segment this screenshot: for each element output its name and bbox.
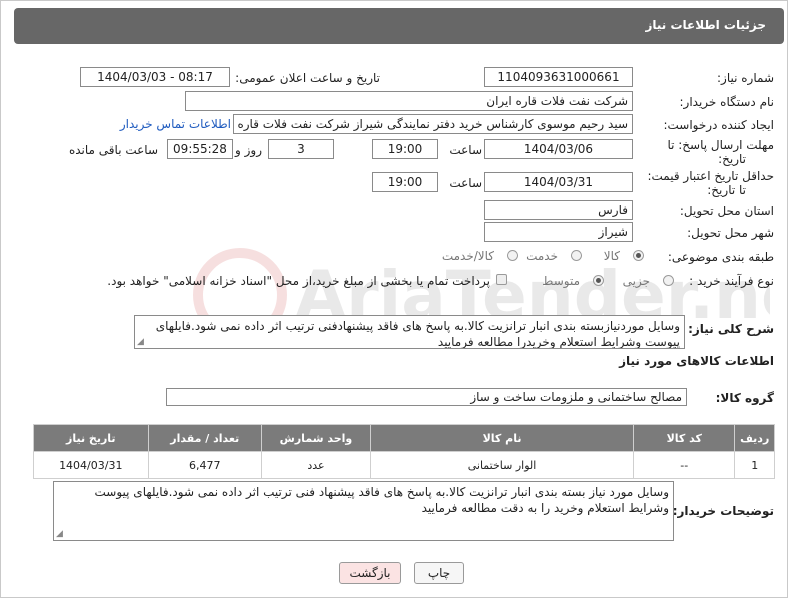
category-radio-service[interactable] (571, 250, 582, 261)
remaining-time-label: ساعت باقی مانده (68, 143, 158, 157)
cell-qty: 6,477 (147, 451, 262, 479)
goods-group-field: مصالح ساختمانی و ملزومات ساخت و ساز (166, 388, 687, 406)
need-number-label: شماره نیاز: (717, 71, 774, 85)
remaining-time-field: 09:55:28 (167, 139, 233, 159)
days-label: روز و (235, 143, 262, 157)
cell-unit: عدد (260, 451, 371, 479)
process-radio-minor[interactable] (663, 275, 674, 286)
announce-date-field: 1404/03/03 - 08:17 (80, 67, 230, 87)
deadline-time-label: ساعت (449, 143, 482, 157)
buyer-contact-link[interactable]: اطلاعات تماس خریدار (120, 117, 231, 131)
city-field: شیراز (484, 222, 633, 242)
col-name: نام کالا (369, 424, 635, 452)
cell-row: 1 (734, 451, 775, 479)
province-field: فارس (484, 200, 633, 220)
buyer-notes-textarea[interactable]: وسایل مورد نیاز بسته بندی انبار ترانزیت … (53, 481, 674, 541)
category-option-service: خدمت (526, 249, 558, 263)
buyer-org-field: شرکت نفت فلات قاره ایران (185, 91, 633, 111)
print-button[interactable]: چاپ (414, 562, 464, 584)
cell-name: الوار ساختمانی (369, 451, 635, 479)
col-qty: تعداد / مقدار (147, 424, 262, 452)
price-validity-label-line2: تا تاریخ: (707, 183, 746, 197)
announce-date-label: تاریخ و ساعت اعلان عمومی: (235, 71, 380, 85)
buyer-notes-label: توضیحات خریدار: (672, 504, 774, 518)
category-option-goods-service: کالا/خدمت (441, 249, 494, 263)
process-option-minor: جزیی (622, 274, 650, 288)
process-option-medium: متوسط (542, 274, 580, 288)
process-type-label: نوع فرآیند خرید : (689, 274, 774, 288)
col-date: تاریخ نیاز (33, 424, 149, 452)
page-title: جزئیات اطلاعات نیاز (645, 18, 766, 32)
goods-table-header: ردیف کد کالا نام کالا واحد شمارش تعداد /… (33, 424, 775, 452)
need-number-field: 1104093631000661 (484, 67, 633, 87)
city-label: شهر محل تحویل: (687, 226, 774, 240)
col-unit: واحد شمارش (260, 424, 371, 452)
description-label: شرح کلی نیاز: (688, 322, 774, 336)
table-row: 1 -- الوار ساختمانی عدد 6,477 1404/03/31 (33, 451, 775, 479)
price-validity-label-line1: حداقل تاریخ اعتبار قیمت: (647, 169, 774, 183)
creator-field: سید رحیم موسوی کارشناس خرید دفتر نمایندگ… (233, 114, 633, 134)
cell-date: 1404/03/31 (33, 451, 149, 479)
resize-grip-icon[interactable]: ◢ (56, 530, 63, 539)
resize-grip-icon[interactable]: ◢ (137, 338, 144, 347)
description-text: وسایل موردنیازبسته بندی انبار ترانزیت کا… (155, 319, 680, 349)
deadline-label-line1: مهلت ارسال پاسخ: تا (667, 138, 774, 152)
process-radio-medium[interactable] (593, 275, 604, 286)
cell-code: -- (633, 451, 736, 479)
deadline-time-field: 19:00 (372, 139, 438, 159)
price-validity-time-field: 19:00 (372, 172, 438, 192)
col-row: ردیف (734, 424, 775, 452)
goods-table: ردیف کد کالا نام کالا واحد شمارش تعداد /… (33, 424, 775, 479)
header-bar: جزئیات اطلاعات نیاز (14, 8, 784, 44)
deadline-date-field: 1404/03/06 (484, 139, 633, 159)
province-label: استان محل تحویل: (679, 204, 774, 218)
goods-group-label: گروه کالا: (715, 391, 774, 405)
creator-label: ایجاد کننده درخواست: (663, 118, 774, 132)
price-validity-date-field: 1404/03/31 (484, 172, 633, 192)
price-validity-time-label: ساعت (449, 176, 482, 190)
col-code: کد کالا (633, 424, 736, 452)
category-label: طبقه بندی موضوعی: (667, 250, 774, 264)
treasury-payment-checkbox[interactable] (496, 274, 507, 285)
days-remaining-field: 3 (268, 139, 334, 159)
treasury-payment-note: پرداخت تمام یا بخشی از مبلغ خرید،از محل … (107, 274, 490, 288)
buyer-org-label: نام دستگاه خریدار: (679, 95, 775, 109)
goods-section-title: اطلاعات کالاهای مورد نیاز (619, 354, 774, 368)
deadline-label-line2: تاریخ: (718, 152, 746, 166)
back-button[interactable]: بازگشت (339, 562, 401, 584)
category-radio-goods-service[interactable] (507, 250, 518, 261)
category-option-goods: کالا (603, 249, 620, 263)
category-radio-goods[interactable] (633, 250, 644, 261)
description-textarea[interactable]: وسایل موردنیازبسته بندی انبار ترانزیت کا… (134, 315, 685, 349)
buyer-notes-text: وسایل مورد نیاز بسته بندی انبار ترانزیت … (94, 485, 669, 515)
